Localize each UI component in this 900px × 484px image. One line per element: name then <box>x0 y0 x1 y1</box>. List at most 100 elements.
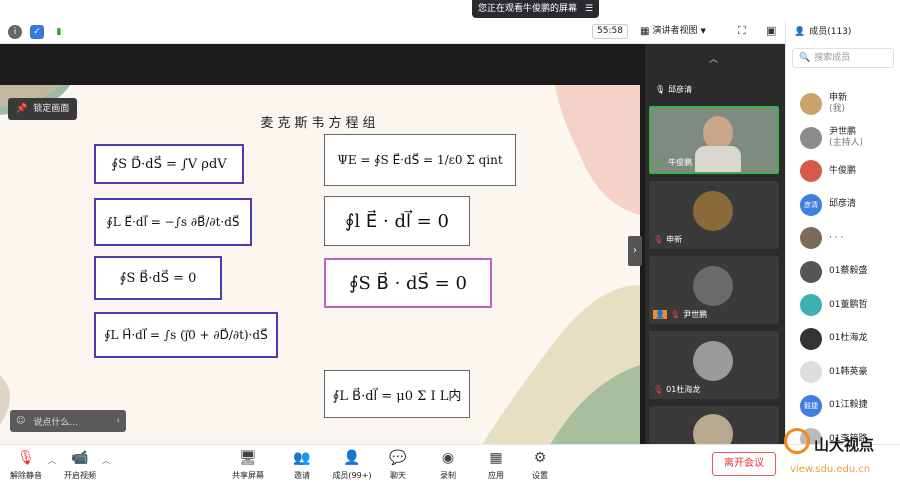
mic-muted-icon: 🎙 <box>17 450 35 466</box>
member-item[interactable]: 01杜海龙 <box>800 325 867 353</box>
share-screen-icon: 🖥 <box>239 450 257 466</box>
slide-title: 麦克斯韦方程组 <box>260 116 380 131</box>
equation-flux: ΨE = ∮S E⃗·dS⃗ = 1/ε0 Σ qint <box>324 134 516 186</box>
avatar: 彦清 <box>800 193 822 216</box>
tile-name-du: 🎙 01杜海龙 <box>653 385 701 394</box>
chat-placeholder: 说点什么... <box>33 417 78 428</box>
video-tile-shen[interactable]: 🎙 申新 <box>649 181 779 249</box>
chevron-up-icon[interactable]: ︿ <box>102 455 110 466</box>
participant-body <box>695 146 741 172</box>
fullscreen-icon[interactable]: ⛶ <box>738 24 746 38</box>
equation-magnetic-flux: ∮S B⃗ · dS⃗ = 0 <box>324 258 492 308</box>
member-name: 邱彦清 <box>829 199 857 209</box>
video-tile-partial[interactable] <box>649 406 779 454</box>
members-header: 👤 成员(113) <box>786 20 900 44</box>
member-name: 申新 <box>829 93 848 103</box>
member-item[interactable]: 01韩英豪 <box>800 358 867 386</box>
member-item[interactable]: 毅捷 01江毅捷 <box>800 392 867 420</box>
record-button[interactable]: ◉ 录制 <box>426 449 470 481</box>
watermark-url: view.sdu.edu.cn <box>790 464 871 475</box>
equation-ampere: ∮L H⃗·dl⃗ = ∫s (j⃗0 + ∂D⃗/∂t)·dS⃗ <box>94 312 278 358</box>
chevron-up-icon[interactable]: ︿ <box>48 455 56 466</box>
chevron-up-icon[interactable]: ︿ <box>709 52 718 65</box>
member-item[interactable]: 彦清 邱彦清 <box>800 191 856 219</box>
video-tile-niu[interactable]: 🎙 牛俊鹏 <box>649 106 779 174</box>
info-icon[interactable]: i <box>8 24 22 39</box>
chat-input-bar[interactable]: ☺ 说点什么... ‹ <box>10 410 126 432</box>
invite-button[interactable]: 👥 邀请 <box>280 449 324 481</box>
members-count: 成员(113) <box>809 27 852 37</box>
tile-name-qiu: 🎙 邱彦清 <box>655 85 693 94</box>
apps-button[interactable]: ▦ 应用 <box>474 449 518 481</box>
member-item[interactable]: 申新 (我) <box>800 90 847 118</box>
avatar <box>800 160 822 182</box>
host-badge-icon: 👤 <box>653 310 667 319</box>
members-button[interactable]: 👤 成员(99+) <box>328 449 376 481</box>
member-item[interactable]: 尹世鹏 (主持人) <box>800 124 863 152</box>
equation-circulation: ∮l E⃗ · dl⃗ = 0 <box>324 196 470 246</box>
equation-magnetic-gauss: ∮S B⃗·dS⃗ = 0 <box>94 256 222 300</box>
sharing-banner[interactable]: 您正在观看牛俊鹏的屏幕 ☰ <box>472 0 600 18</box>
member-item[interactable]: 01董鹏哲 <box>800 291 867 319</box>
avatar <box>800 361 822 383</box>
video-tile-du[interactable]: 🎙 01杜海龙 <box>649 331 779 399</box>
watermark-logo: 山大视点 view.sdu.edu.cn <box>782 424 900 484</box>
view-mode-select[interactable]: ▦ 演讲者视图 ▼ <box>640 24 728 39</box>
collapse-panel-button[interactable]: › <box>628 236 642 266</box>
apps-icon: ▦ <box>489 450 503 466</box>
member-name: 01董鹏哲 <box>829 299 868 310</box>
emoji-icon[interactable]: ☺ <box>16 416 25 426</box>
chat-button[interactable]: 💬 聊天 <box>376 449 420 481</box>
member-item[interactable]: 01蔡毅盛 <box>800 258 867 286</box>
avatar <box>800 260 822 283</box>
member-role: (我) <box>829 104 846 114</box>
member-item[interactable]: 牛俊鹏 <box>800 157 856 185</box>
view-mode-label: 演讲者视图 <box>652 26 698 36</box>
unmute-button[interactable]: 🎙 解除静音 <box>4 449 48 481</box>
meeting-timer: 55:58 <box>592 24 628 39</box>
avatar <box>800 227 822 249</box>
settings-button[interactable]: ⚙ 设置 <box>518 449 562 481</box>
sidebar-toggle-icon[interactable]: ▣ <box>766 24 776 37</box>
member-name: 尹世鹏 <box>829 126 857 137</box>
share-screen-button[interactable]: 🖥 共享屏幕 <box>226 449 270 481</box>
menu-icon[interactable]: ☰ <box>585 0 593 18</box>
equation-faraday: ∮L E⃗·dl⃗ = −∫s ∂B⃗/∂t·dS⃗ <box>94 198 252 246</box>
participant-face <box>703 116 733 150</box>
member-name: · · · <box>829 232 844 243</box>
avatar <box>693 266 733 306</box>
collapse-icon[interactable]: ‹ <box>116 416 120 426</box>
video-tile-yin[interactable]: 👤 🎙 尹世鹏 <box>649 256 779 324</box>
leave-meeting-button[interactable]: 离开会议 <box>712 452 776 476</box>
mic-muted-icon: 🎙 <box>653 385 664 394</box>
members-panel: 👤 成员(113) 🔍 搜索成员 申新 (我) 尹世鹏 (主持人) 牛俊鹏彦清 邱彦清 · … <box>785 20 900 450</box>
tile-name-niu: 🎙 牛俊鹏 <box>655 158 693 167</box>
mic-icon: 🎙 <box>655 158 666 167</box>
shield-icon[interactable]: ✓ <box>30 24 44 39</box>
member-search-input[interactable]: 🔍 搜索成员 <box>792 48 894 68</box>
avatar <box>800 327 822 350</box>
tile-name-yin: 👤 🎙 尹世鹏 <box>653 310 708 319</box>
grid-icon: ▦ <box>640 26 650 37</box>
equation-gauss: ∮S D⃗·dS⃗ = ∫V ρdV <box>94 144 244 184</box>
member-role: (主持人) <box>829 137 864 148</box>
member-name: 01江毅捷 <box>829 400 868 410</box>
avatar <box>693 341 733 381</box>
avatar <box>800 294 822 316</box>
member-name: 01杜海龙 <box>829 333 868 343</box>
tile-name-shen: 🎙 申新 <box>653 235 683 244</box>
mic-muted-icon: 🎙 <box>669 310 681 319</box>
member-item[interactable]: · · · <box>800 224 843 252</box>
member-name: 01蔡毅盛 <box>829 266 868 276</box>
avatar <box>800 93 822 115</box>
member-name: 01韩英豪 <box>829 366 868 377</box>
gear-icon: ⚙ <box>533 450 547 466</box>
watermark-name: 山大视点 <box>814 436 875 454</box>
member-name: 牛俊鹏 <box>829 165 857 176</box>
video-off-icon: 📹 <box>71 450 89 466</box>
person-icon: 👤 <box>794 27 806 37</box>
sharing-text: 您正在观看牛俊鹏的屏幕 <box>478 4 578 14</box>
mic-muted-icon: 🎙 <box>653 235 664 244</box>
start-video-button[interactable]: 📹 开启视频 <box>58 449 102 481</box>
signal-icon[interactable]: ▮ <box>52 25 66 39</box>
